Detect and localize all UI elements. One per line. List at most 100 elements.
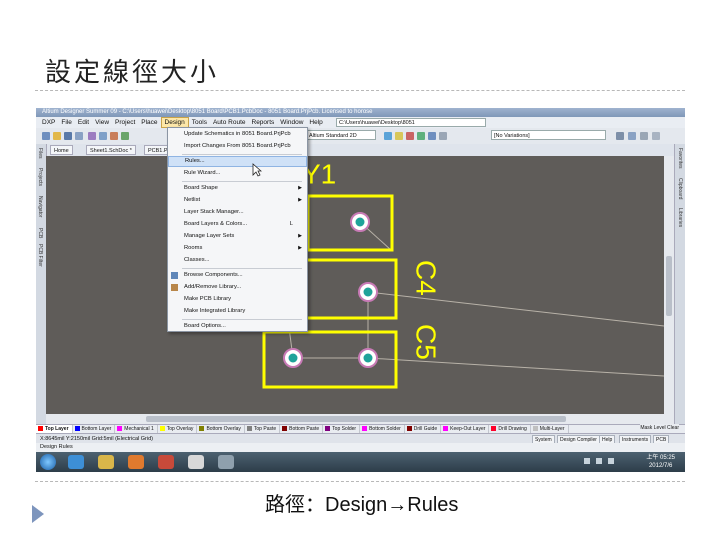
taskbar-clock[interactable]: 上午 05:25 2012/7/6 (646, 454, 675, 470)
volume-icon[interactable] (608, 458, 614, 464)
menu-file[interactable]: File (58, 117, 74, 128)
menu-item-label: Make PCB Library (184, 296, 232, 302)
pcb-drawing: Y1 C4 C5 (262, 158, 665, 389)
panel-pcb-filter[interactable]: PCB Filter (37, 244, 43, 267)
select-icon[interactable] (121, 132, 129, 140)
menu-item-board-layers-colors[interactable]: Board Layers & Colors... L (168, 219, 307, 230)
horizontal-scrollbar[interactable] (46, 414, 674, 424)
path-caption: 路徑：Design→Rules (265, 494, 459, 516)
menu-item-label: Rooms (184, 245, 203, 251)
menu-item-label: Board Layers & Colors... (184, 221, 248, 227)
menu-item-import-changes-from-8051-board-prjpcb[interactable]: Import Changes From 8051 Board.PrjPcb (168, 141, 307, 152)
bullet-arrow-icon (32, 505, 44, 523)
menu-edit[interactable]: Edit (75, 117, 92, 128)
network-icon[interactable] (596, 458, 602, 464)
dimension-icon[interactable] (439, 132, 447, 140)
panel-files[interactable]: Files (37, 148, 43, 159)
panel-favorites[interactable]: Favorites (677, 148, 683, 169)
save-icon[interactable] (64, 132, 72, 140)
menu-item-board-options[interactable]: Board Options... (168, 321, 307, 332)
view-icon[interactable] (616, 132, 624, 140)
fill-icon[interactable] (417, 132, 425, 140)
variants-combo[interactable]: [No Variations] (491, 130, 606, 140)
divider-top (35, 90, 685, 91)
ratsnest-line (367, 291, 665, 327)
menu-dxp[interactable]: DXP (39, 117, 58, 128)
pcb-canvas[interactable]: Y1 C4 C5 (46, 156, 665, 414)
vertical-scrollbar[interactable] (664, 156, 674, 414)
path-combo[interactable]: C:\Users\huawei\Desktop\8051 (336, 118, 486, 127)
layer-name: Top Overlay (166, 426, 194, 432)
tray-icon[interactable] (584, 458, 590, 464)
zoom-icon[interactable] (88, 132, 96, 140)
new-icon[interactable] (42, 132, 50, 140)
menu-help[interactable]: Help (306, 117, 325, 128)
layer-color-swatch (532, 426, 538, 431)
altium-icon[interactable] (188, 455, 204, 469)
layer-color-swatch (406, 426, 412, 431)
ie-icon[interactable] (68, 455, 84, 469)
tab-sheet1[interactable]: Sheet1.SchDoc * (86, 145, 136, 155)
mask-level-label[interactable]: Mask Level Clear (640, 424, 679, 433)
menu-item-rooms[interactable]: Rooms ▶ (168, 243, 307, 254)
menu-item-label: Layer Stack Manager... (184, 209, 244, 215)
menu-item-layer-stack-manager[interactable]: Layer Stack Manager... (168, 207, 307, 218)
submenu-arrow-icon: ▶ (298, 233, 302, 239)
vertical-scroll-thumb[interactable] (666, 256, 672, 316)
menu-place[interactable]: Place (138, 117, 160, 128)
menu-item-classes[interactable]: Classes... (168, 255, 307, 266)
mask-icon[interactable] (640, 132, 648, 140)
altium-screenshot: Altium Designer Summer 09 - C:\Users\hua… (36, 108, 685, 472)
pad-icon[interactable] (406, 132, 414, 140)
paste-icon[interactable] (110, 132, 118, 140)
panel-libraries[interactable]: Libraries (677, 208, 683, 227)
route-icon[interactable] (384, 132, 392, 140)
menu-item-rule-wizard[interactable]: Rule Wizard... (168, 168, 307, 179)
via-icon[interactable] (395, 132, 403, 140)
open-icon[interactable] (53, 132, 61, 140)
text-icon[interactable] (428, 132, 436, 140)
panel-pcb[interactable]: PCB (37, 228, 43, 238)
print-icon[interactable] (75, 132, 83, 140)
divider-bottom (35, 481, 685, 482)
horizontal-scroll-thumb[interactable] (146, 416, 566, 422)
menu-item-board-shape[interactable]: Board Shape ▶ (168, 183, 307, 194)
layer-name: Drill Guide (413, 426, 438, 432)
menu-shortcut: L (289, 221, 293, 227)
menu-item-browse-components[interactable]: Browse Components... (168, 270, 307, 281)
menu-item-manage-layer-sets[interactable]: Manage Layer Sets ▶ (168, 231, 307, 242)
menu-item-label: Classes... (184, 257, 210, 263)
explorer-icon[interactable] (98, 455, 114, 469)
panel-navigator[interactable]: Navigator (37, 196, 43, 217)
tool-icon[interactable] (218, 455, 234, 469)
media-player-icon[interactable] (128, 455, 144, 469)
y1-outline (306, 194, 394, 252)
document-tabs: Home Sheet1.SchDoc * PCB1.PcbDoc (46, 144, 674, 156)
menu-view[interactable]: View (92, 117, 112, 128)
menu-project[interactable]: Project (112, 117, 138, 128)
design-menu-dropdown: Update Schematics in 8051 Board.PrjPcb Im… (167, 127, 308, 332)
menu-item-netlist[interactable]: Netlist ▶ (168, 195, 307, 206)
menu-item-label: Netlist (184, 197, 201, 203)
menu-item-make-pcb-library[interactable]: Make PCB Library (168, 294, 307, 305)
clock-time: 上午 05:25 (646, 455, 675, 461)
start-button[interactable] (40, 454, 56, 470)
panel-projects[interactable]: Projects (37, 168, 43, 186)
options-icon[interactable] (652, 132, 660, 140)
menu-item-make-integrated-library[interactable]: Make Integrated Library (168, 306, 307, 317)
layer-color-swatch (246, 426, 252, 431)
layer-name: Bottom Solder (369, 426, 401, 432)
view-standard-combo[interactable]: Altium Standard 2D (306, 130, 376, 140)
layer-color-swatch (199, 426, 205, 431)
powerpoint-icon[interactable] (158, 455, 174, 469)
menu-item-add-remove-library[interactable]: Add/Remove Library... (168, 282, 307, 293)
layer-name: Bottom Paste (289, 426, 320, 432)
menu-item-rules[interactable]: Rules... (168, 156, 307, 167)
library-icon (171, 284, 178, 291)
panel-clipboard[interactable]: Clipboard (677, 178, 683, 199)
tab-home[interactable]: Home (50, 145, 73, 155)
filter-icon[interactable] (628, 132, 636, 140)
menu-item-update-schematics-in-8051-board-prjpcb[interactable]: Update Schematics in 8051 Board.PrjPcb (168, 129, 307, 140)
menu-separator (182, 319, 302, 320)
copy-icon[interactable] (99, 132, 107, 140)
